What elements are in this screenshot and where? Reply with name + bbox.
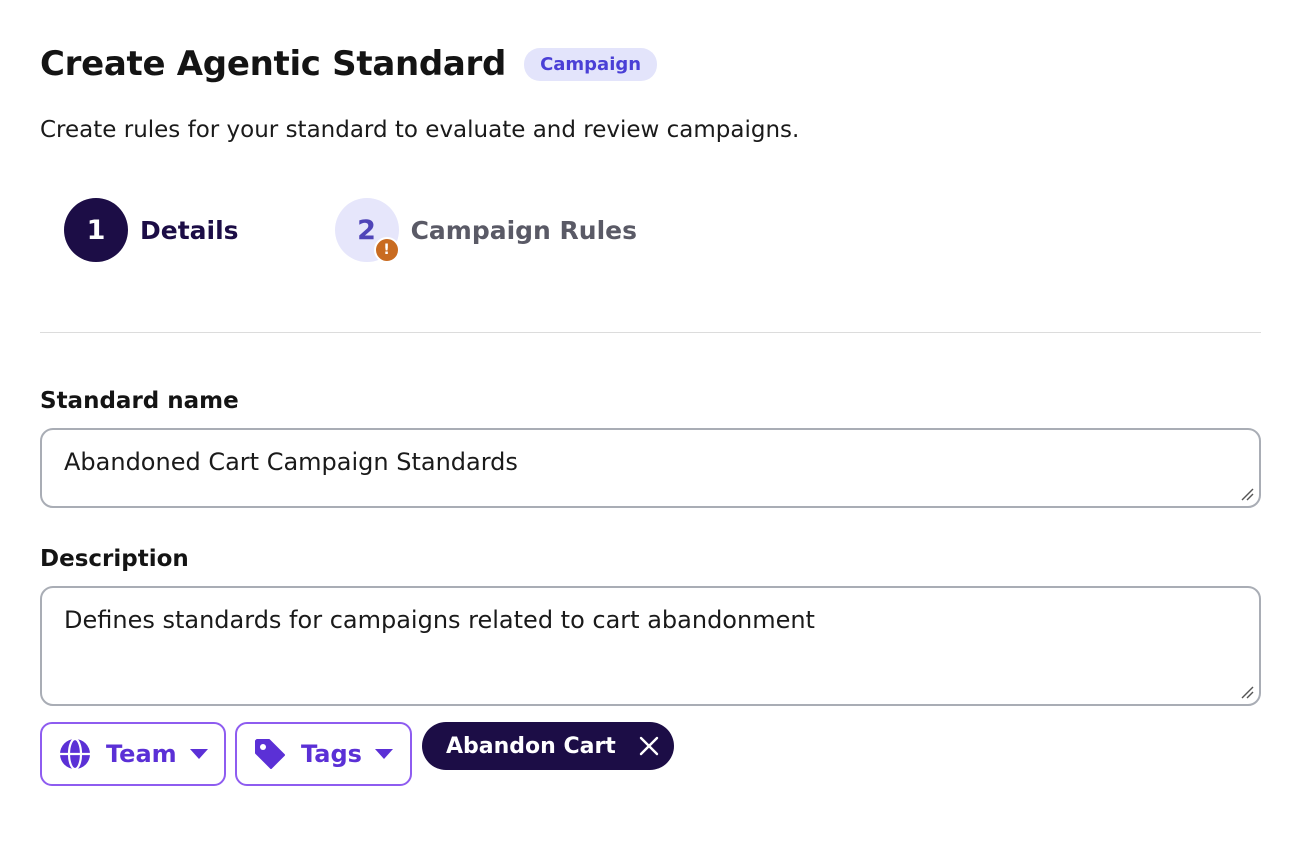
description-field[interactable]: Defines standards for campaigns related …: [40, 586, 1261, 706]
metadata-controls: Team Tags Abandon Cart: [40, 722, 674, 786]
globe-icon: [58, 737, 92, 771]
page-title: Create Agentic Standard: [40, 44, 507, 84]
caret-down-icon: [374, 748, 394, 760]
resize-grip-icon[interactable]: [1240, 685, 1254, 699]
tags-dropdown[interactable]: Tags: [235, 722, 412, 786]
description-label: Description: [40, 546, 189, 572]
standard-name-label: Standard name: [40, 388, 239, 414]
tag-icon: [253, 737, 287, 771]
create-standard-page: Create Agentic Standard Campaign Create …: [0, 0, 1304, 848]
warning-icon: !: [373, 237, 400, 263]
caret-down-icon: [189, 748, 209, 760]
step-details[interactable]: 1 Details: [64, 198, 239, 262]
step-number-circle: 2 !: [334, 198, 400, 263]
section-divider: [40, 332, 1261, 333]
standard-name-field[interactable]: Abandoned Cart Campaign Standards: [40, 428, 1261, 508]
tags-label: Tags: [301, 740, 362, 768]
selected-tag-pill: Abandon Cart: [422, 722, 674, 770]
step-number: 2: [357, 214, 376, 246]
page-subtitle: Create rules for your standard to evalua…: [40, 117, 800, 143]
step-label: Details: [140, 215, 239, 245]
description-value: Defines standards for campaigns related …: [64, 606, 815, 634]
step-label: Campaign Rules: [410, 215, 638, 245]
title-row: Create Agentic Standard Campaign: [40, 44, 658, 84]
selected-tag-label: Abandon Cart: [446, 733, 616, 759]
resize-grip-icon[interactable]: [1240, 487, 1254, 501]
step-number: 1: [86, 214, 106, 246]
team-label: Team: [106, 740, 177, 768]
stepper: 1 Details 2 ! Campaign Rules: [64, 198, 638, 263]
step-campaign-rules[interactable]: 2 ! Campaign Rules: [334, 198, 638, 263]
team-dropdown[interactable]: Team: [40, 722, 226, 786]
step-number-circle: 1: [64, 198, 128, 262]
standard-name-value: Abandoned Cart Campaign Standards: [64, 448, 518, 476]
close-icon[interactable]: [638, 735, 660, 757]
campaign-badge: Campaign: [524, 47, 658, 81]
